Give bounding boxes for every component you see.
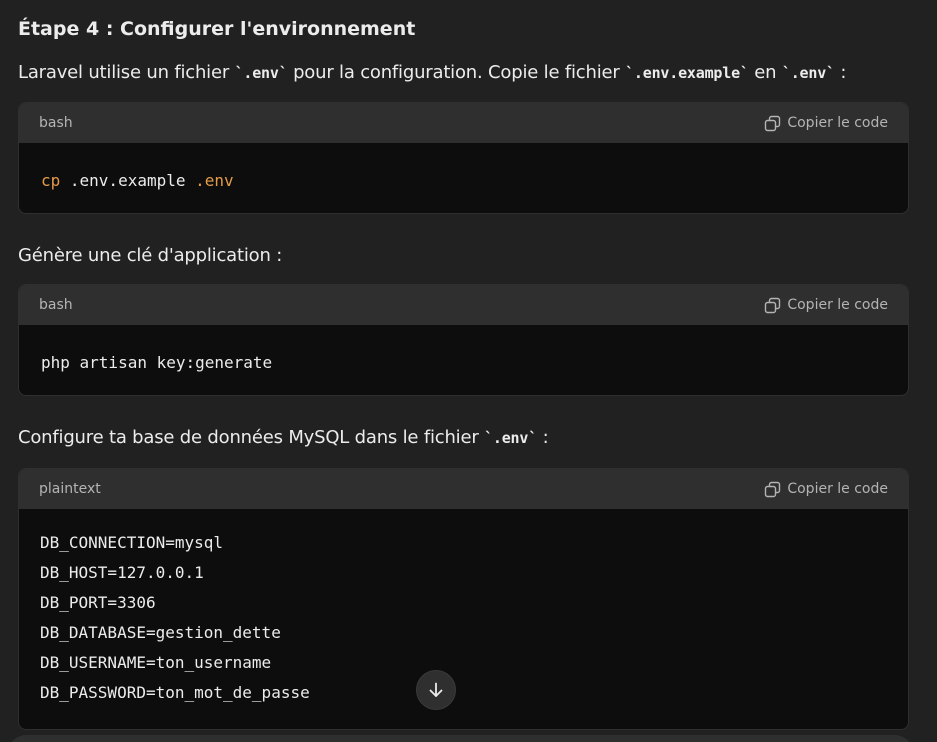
paragraph-copy-env: Laravel utilise un fichier `.env` pour l… xyxy=(18,62,846,83)
paragraph-configure-mysql: Configure ta base de données MySQL dans … xyxy=(18,427,549,448)
copy-code-label: Copier le code xyxy=(787,297,888,313)
step-heading: Étape 4 : Configurer l'environnement xyxy=(18,18,416,40)
code-line: DB_HOST=127.0.0.1 xyxy=(40,563,204,582)
code-body: cp .env.example .env xyxy=(19,143,908,196)
code-block-env-config: plaintext Copier le code DB_CONNECTION=m… xyxy=(18,468,909,730)
code-block-header: bash Copier le code xyxy=(19,285,908,325)
code-block-header: bash Copier le code xyxy=(19,103,908,143)
paragraph-text: Laravel utilise un fichier xyxy=(18,62,235,83)
scroll-to-bottom-button[interactable] xyxy=(416,670,456,710)
code-body: DB_CONNECTION=mysql DB_HOST=127.0.0.1 DB… xyxy=(19,509,908,708)
arrow-down-icon xyxy=(429,682,443,697)
copy-code-button[interactable]: Copier le code xyxy=(764,297,888,314)
code-argument: .env xyxy=(195,171,234,190)
code-language-label: bash xyxy=(39,115,73,131)
code-line: DB_CONNECTION=mysql xyxy=(40,533,224,552)
copy-icon xyxy=(765,297,781,313)
inline-code: `.env.example` xyxy=(625,64,749,82)
chat-page: Étape 4 : Configurer l'environnement Lar… xyxy=(0,0,937,742)
code-line: php artisan key:generate xyxy=(41,353,273,372)
code-line: DB_PASSWORD=ton_mot_de_passe xyxy=(40,683,310,702)
composer-edge xyxy=(8,735,913,742)
code-block-copy-env: bash Copier le code cp .env.example .env xyxy=(18,102,909,214)
code-argument: .env.example xyxy=(60,171,196,190)
code-line: DB_DATABASE=gestion_dette xyxy=(40,623,281,642)
inline-code: `.env` xyxy=(781,64,835,82)
code-language-label: bash xyxy=(39,297,73,313)
code-line: cp .env.example .env xyxy=(41,166,886,196)
inline-code: `.env` xyxy=(484,429,538,447)
code-line: DB_USERNAME=ton_username xyxy=(40,653,272,672)
paragraph-generate-key: Génère une clé d'application : xyxy=(18,245,283,266)
paragraph-text: en xyxy=(748,62,782,83)
copy-code-label: Copier le code xyxy=(787,115,888,131)
copy-icon xyxy=(765,115,781,131)
code-body: php artisan key:generate xyxy=(19,325,908,378)
code-language-label: plaintext xyxy=(39,481,101,497)
copy-code-label: Copier le code xyxy=(787,481,888,497)
code-block-key-generate: bash Copier le code php artisan key:gene… xyxy=(18,284,909,396)
code-line: DB_PORT=3306 xyxy=(40,593,156,612)
code-block-header: plaintext Copier le code xyxy=(19,469,908,509)
code-command: cp xyxy=(41,171,61,190)
paragraph-text: Configure ta base de données MySQL dans … xyxy=(18,427,485,448)
copy-icon xyxy=(765,481,781,497)
paragraph-text: pour la configuration. Copie le fichier xyxy=(287,62,626,83)
paragraph-text: : xyxy=(834,62,847,83)
copy-code-button[interactable]: Copier le code xyxy=(764,115,888,132)
copy-code-button[interactable]: Copier le code xyxy=(764,481,888,498)
paragraph-text: : xyxy=(537,427,549,448)
inline-code: `.env` xyxy=(234,64,288,82)
